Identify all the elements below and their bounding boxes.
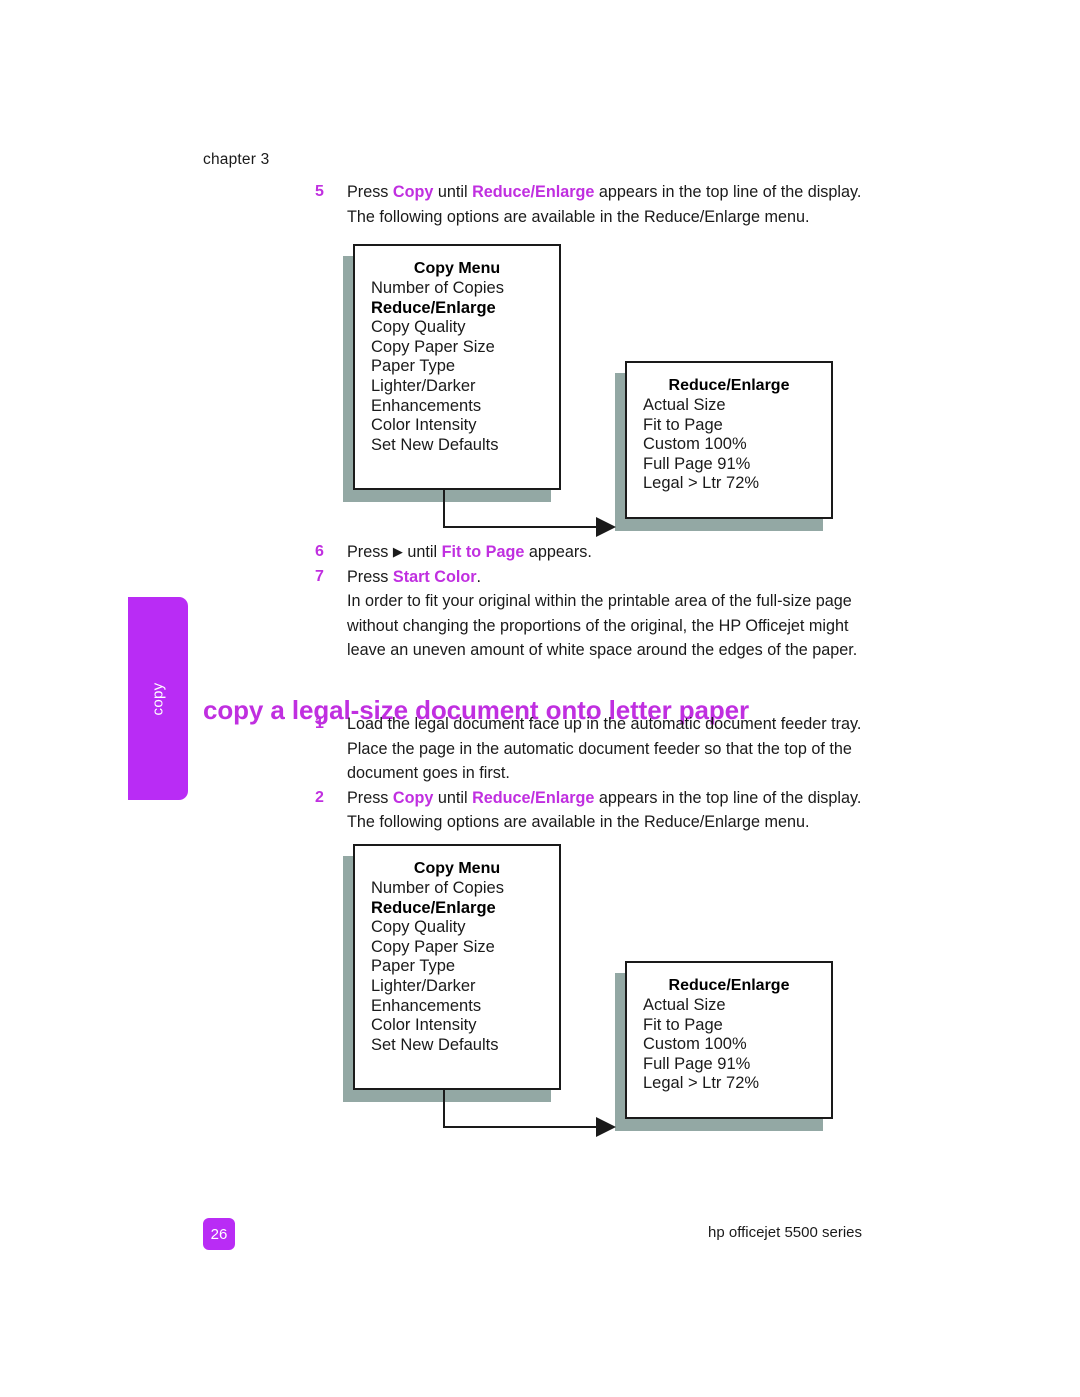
menu-item: Actual Size: [643, 396, 726, 414]
step-item: 1 Load the legal document face up in the …: [315, 712, 875, 786]
step-text-run: Load the legal document face up in the a…: [347, 715, 862, 782]
footer-product-name: hp officejet 5500 series: [708, 1224, 862, 1241]
step-number: 5: [315, 183, 324, 200]
menu-item: Full Page 91%: [643, 454, 751, 473]
step-item: 5 Press Copy until Reduce/Enlarge appears…: [315, 180, 875, 229]
menu-item: Enhancements: [371, 396, 482, 415]
step-text-run: Press: [347, 567, 393, 586]
section-side-tab-label: copy: [149, 682, 167, 715]
step-item: 7 Press Start Color. In order to fit your …: [315, 565, 875, 663]
connector-vertical: [443, 490, 445, 528]
menu-item: Custom 100%: [643, 435, 747, 454]
right-arrow-icon: ▶: [392, 544, 403, 559]
menu-item: Paper Type: [371, 357, 456, 376]
step-text-run: Press: [347, 543, 393, 561]
menu-item: Legal > Ltr 72%: [643, 474, 760, 493]
menu-item: Copy Quality: [371, 318, 466, 337]
step-text-run: The following options are available in t…: [347, 813, 810, 831]
connector-horizontal: [443, 1126, 611, 1128]
copy-menu-box: Copy Menu Number of Copies Reduce/Enlarge…: [353, 844, 561, 1090]
step-text-run: appears.: [524, 543, 592, 561]
menu-item: Number of Copies: [371, 279, 504, 297]
step-number: 2: [315, 788, 324, 806]
document-page: chapter 3 copy 5 Press Copy until Reduce/…: [0, 0, 1080, 1397]
menu-item: Reduce/Enlarge: [371, 298, 496, 317]
step-number: 1: [315, 715, 324, 732]
menu-item: Color Intensity: [371, 1016, 477, 1035]
step-text: Press ▶ until Fit to Page appears.: [347, 540, 875, 565]
reduce-enlarge-box: Reduce/Enlarge Actual Size Fit to Page Cus…: [625, 961, 833, 1119]
menu-item: Set New Defaults: [371, 1035, 499, 1054]
ui-control-name: Copy: [392, 183, 434, 201]
step-number: 6: [315, 543, 324, 560]
ui-control-name: Reduce/Enlarge: [472, 183, 595, 201]
ui-control-name: Start Color: [392, 567, 477, 586]
connector-arrowhead-icon: [596, 1117, 616, 1137]
step-text: Press Copy until Reduce/Enlarge appears …: [347, 786, 875, 835]
step-text-run: .: [476, 567, 482, 586]
reduce-enlarge-title: Reduce/Enlarge: [668, 977, 790, 994]
step-text-run: The following options are available in t…: [347, 207, 810, 226]
reduce-enlarge-items: Actual Size Fit to Page Custom 100% Full Pa…: [643, 996, 815, 1094]
menu-item: Paper Type: [371, 957, 456, 976]
menu-item: Lighter/Darker: [371, 376, 476, 395]
steps-group-top: 5 Press Copy until Reduce/Enlarge appears…: [315, 180, 875, 229]
step-text-run: appears in the top line of the display.: [594, 788, 862, 807]
step-number: 7: [315, 567, 324, 585]
copy-menu-title: Copy Menu: [413, 860, 501, 877]
ui-control-name: Reduce/Enlarge: [472, 788, 595, 807]
step-text: Press Copy until Reduce/Enlarge appears …: [347, 180, 875, 229]
chapter-label: chapter 3: [203, 151, 270, 168]
reduce-enlarge-title: Reduce/Enlarge: [668, 377, 790, 394]
copy-menu-box: Copy Menu Number of Copies Reduce/Enlarge…: [353, 244, 561, 490]
menu-item: Copy Paper Size: [371, 337, 495, 356]
step-text-run: In order to fit your original within the…: [347, 592, 858, 659]
ui-control-name: Copy: [392, 788, 434, 807]
step-item: 2 Press Copy until Reduce/Enlarge appears…: [315, 786, 875, 835]
menu-item: Full Page 91%: [643, 1054, 751, 1073]
menu-item: Number of Copies: [371, 879, 504, 897]
menu-item: Reduce/Enlarge: [371, 898, 496, 917]
connector-vertical: [443, 1090, 445, 1128]
step-text-run: until: [433, 788, 473, 807]
connector-arrowhead-icon: [596, 517, 616, 537]
menu-item: Custom 100%: [643, 1035, 747, 1054]
step-text: Load the legal document face up in the a…: [347, 712, 875, 786]
steps-group-bottom: 1 Load the legal document face up in the …: [315, 712, 875, 835]
copy-menu-items: Number of Copies Reduce/Enlarge Copy Quali…: [371, 879, 543, 1055]
menu-item: Fit to Page: [643, 1015, 723, 1034]
menu-item: Lighter/Darker: [371, 976, 476, 995]
ui-control-name: Fit to Page: [441, 543, 525, 561]
menu-item: Copy Quality: [371, 918, 466, 937]
page-number-badge: 26: [203, 1218, 235, 1250]
menu-item: Copy Paper Size: [371, 937, 495, 956]
reduce-enlarge-items: Actual Size Fit to Page Custom 100% Full Pa…: [643, 396, 815, 494]
menu-item: Actual Size: [643, 996, 726, 1014]
step-text-run: appears in the top line of the display.: [594, 183, 862, 201]
copy-menu-title: Copy Menu: [413, 260, 501, 277]
step-text-run: until: [433, 183, 473, 201]
step-text-run: until: [402, 543, 442, 561]
step-text: Press Start Color. In order to fit your o…: [347, 565, 875, 663]
menu-item: Fit to Page: [643, 415, 723, 434]
connector-horizontal: [443, 526, 611, 528]
menu-item: Enhancements: [371, 996, 482, 1015]
step-text-run: Press: [347, 183, 393, 201]
steps-group-middle: 6 Press ▶ until Fit to Page appears. 7 Pres…: [315, 540, 875, 663]
menu-diagram-2: Copy Menu Number of Copies Reduce/Enlarge…: [0, 840, 1080, 1140]
reduce-enlarge-box: Reduce/Enlarge Actual Size Fit to Page Cus…: [625, 361, 833, 519]
menu-item: Color Intensity: [371, 416, 477, 435]
menu-item: Set New Defaults: [371, 435, 499, 454]
step-item: 6 Press ▶ until Fit to Page appears.: [315, 540, 875, 565]
section-side-tab: copy: [128, 597, 188, 800]
step-text-run: Press: [347, 788, 393, 807]
menu-item: Legal > Ltr 72%: [643, 1074, 760, 1093]
copy-menu-items: Number of Copies Reduce/Enlarge Copy Quali…: [371, 279, 543, 455]
menu-diagram-1: Copy Menu Number of Copies Reduce/Enlarge…: [0, 240, 1080, 540]
